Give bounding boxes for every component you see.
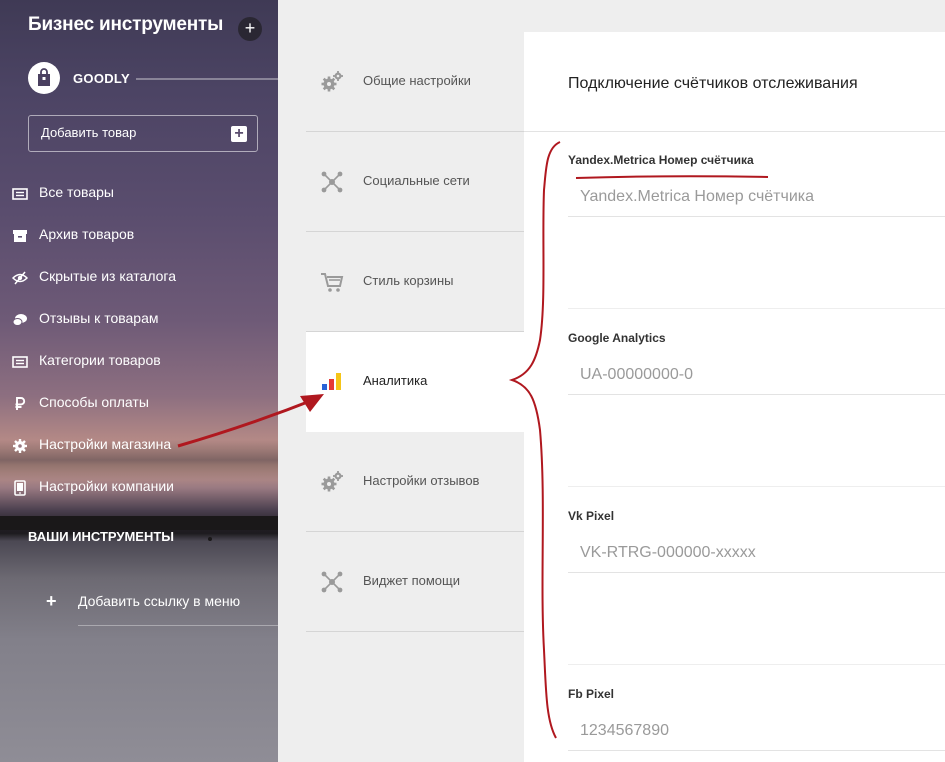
sidebar-item-label: Отзывы к товарам: [39, 310, 159, 326]
plus-icon: +: [46, 591, 57, 611]
sidebar-item-hidden[interactable]: Скрытые из каталога: [0, 264, 278, 292]
vk-pixel-input[interactable]: [568, 533, 945, 573]
list-icon: [12, 188, 28, 200]
field-label: Google Analytics: [568, 331, 666, 345]
archive-icon: [13, 230, 27, 242]
sidebar-item-store-settings[interactable]: Настройки магазина: [0, 432, 278, 460]
shop-divider: [136, 78, 278, 80]
sidebar: Бизнес инструменты + GOODLY Добавить тов…: [0, 0, 278, 762]
field-label: Yandex.Metrica Номер счётчика: [568, 153, 754, 167]
tab-help-widget[interactable]: Виджет помощи: [306, 532, 524, 632]
tab-label: Аналитика: [363, 373, 428, 388]
network-icon: [321, 171, 343, 193]
tab-social-networks[interactable]: Социальные сети: [306, 132, 524, 232]
sidebar-item-payment[interactable]: Способы оплаты: [0, 390, 278, 418]
sidebar-item-label: Настройки магазина: [39, 436, 172, 452]
gear-icon: [13, 439, 27, 453]
eye-off-icon: [12, 271, 28, 285]
section-divider: [568, 308, 945, 309]
cart-icon: [321, 273, 344, 292]
tab-label: Настройки отзывов: [363, 473, 480, 488]
shop-name: GOODLY: [73, 71, 130, 86]
analytics-panel: Подключение счётчиков отслеживания Yande…: [524, 32, 945, 762]
tab-label: Социальные сети: [363, 173, 470, 188]
sidebar-title: Бизнес инструменты: [28, 14, 224, 35]
field-label: Fb Pixel: [568, 687, 615, 701]
sidebar-item-label: Скрытые из каталога: [39, 268, 177, 284]
tab-review-settings[interactable]: Настройки отзывов: [306, 432, 524, 532]
sidebar-item-archive[interactable]: Архив товаров: [0, 222, 278, 250]
tab-analytics[interactable]: Аналитика: [306, 332, 524, 432]
section-divider: [568, 486, 945, 487]
page-title: Подключение счётчиков отслеживания: [568, 75, 858, 92]
settings-tabs: Общие настройки Социальные сети Стиль ко…: [306, 32, 524, 762]
gears-icon: [321, 71, 343, 92]
categories-icon: [12, 356, 28, 368]
add-product-label: Добавить товар: [41, 125, 137, 140]
tab-label: Общие настройки: [363, 73, 471, 88]
sidebar-item-reviews[interactable]: Отзывы к товарам: [0, 306, 278, 334]
ruble-icon: [15, 397, 26, 410]
tab-label: Виджет помощи: [363, 573, 460, 588]
yandex-metrica-input[interactable]: [568, 177, 945, 217]
add-menu-link-label: Добавить ссылку в меню: [78, 593, 241, 609]
sidebar-item-all-products[interactable]: Все товары: [0, 180, 278, 208]
tools-section-title: ВАШИ ИНСТРУМЕНТЫ: [28, 529, 175, 544]
sidebar-item-label: Архив товаров: [39, 226, 135, 242]
tab-cart-style[interactable]: Стиль корзины: [306, 232, 524, 332]
shop-switcher[interactable]: GOODLY: [28, 62, 278, 96]
add-link-underline: [78, 625, 278, 626]
field-label: Vk Pixel: [568, 509, 615, 523]
title-divider: [524, 131, 945, 132]
add-menu-link-button[interactable]: + Добавить ссылку в меню: [46, 591, 278, 627]
bar-chart-icon: [322, 373, 341, 390]
tablet-icon: [14, 480, 26, 496]
background-strip: [0, 516, 278, 530]
tab-label: Стиль корзины: [363, 273, 454, 288]
network-icon: [321, 571, 343, 593]
google-analytics-input[interactable]: [568, 355, 945, 395]
sidebar-item-categories[interactable]: Категории товаров: [0, 348, 278, 376]
sidebar-item-company-settings[interactable]: Настройки компании: [0, 474, 278, 502]
gears-icon: [321, 471, 343, 492]
chat-icon: [12, 314, 27, 326]
sidebar-item-label: Настройки компании: [39, 478, 174, 494]
sidebar-item-label: Категории товаров: [39, 352, 161, 368]
decorative-dot: [208, 537, 212, 541]
fb-pixel-input[interactable]: [568, 711, 945, 751]
sidebar-item-label: Способы оплаты: [39, 394, 149, 410]
section-divider: [568, 664, 945, 665]
sidebar-item-label: Все товары: [39, 184, 114, 200]
tab-general-settings[interactable]: Общие настройки: [306, 32, 524, 132]
plus-icon[interactable]: +: [238, 17, 262, 41]
plus-icon: +: [231, 126, 247, 142]
add-product-button[interactable]: Добавить товар +: [28, 115, 258, 152]
shopping-bag-icon: [28, 62, 60, 94]
